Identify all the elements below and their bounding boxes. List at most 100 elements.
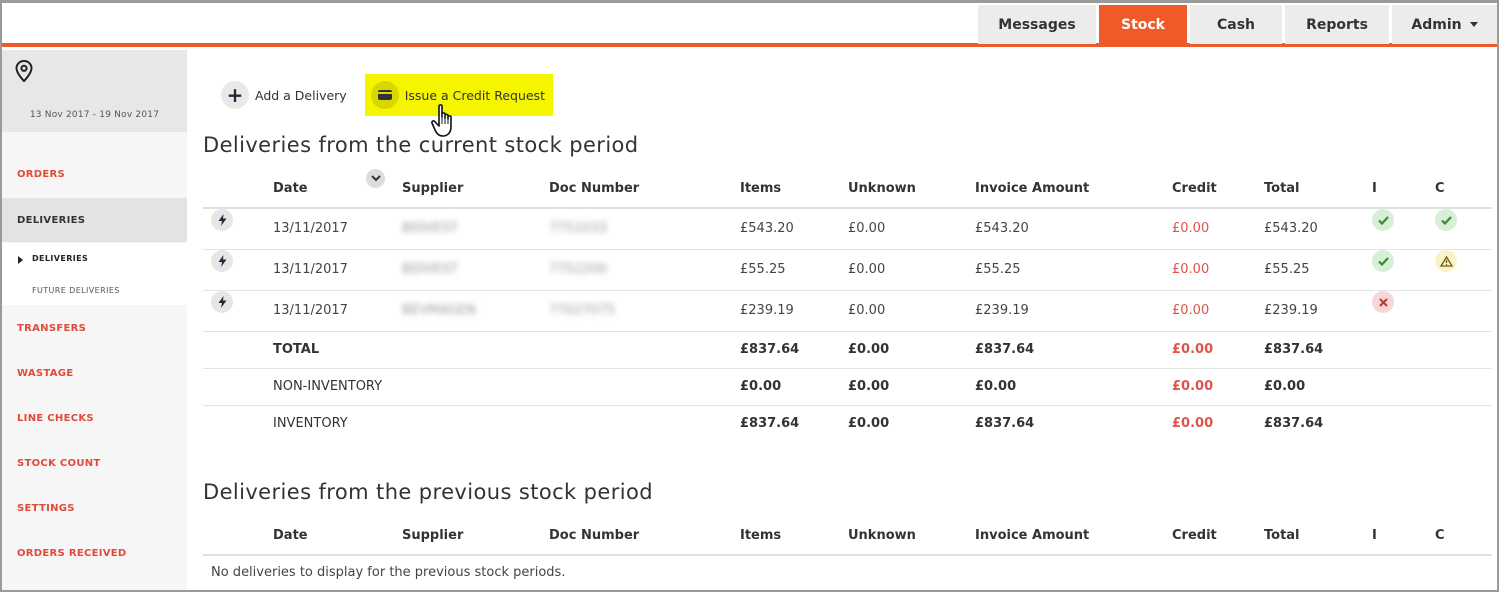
col-total[interactable]: Total (1264, 169, 1300, 209)
summary-label: TOTAL (273, 342, 320, 357)
col-credit[interactable]: Credit (1172, 169, 1217, 209)
cell-items: £0.00 (740, 379, 782, 394)
lightning-icon[interactable] (211, 250, 233, 272)
sort-dropdown-icon[interactable] (366, 169, 385, 188)
location-pin-icon[interactable] (15, 60, 33, 82)
sidebar-item-orders-received[interactable]: ORDERS RECEIVED (2, 531, 187, 575)
sidebar-item-orders[interactable]: ORDERS (2, 152, 187, 196)
col-invoice-amount[interactable]: Invoice Amount (975, 169, 1089, 209)
cell-items: £55.25 (740, 262, 786, 277)
col-credit[interactable]: Credit (1172, 516, 1217, 556)
cell-unknown: £0.00 (848, 416, 890, 431)
col-date[interactable]: Date (273, 516, 308, 556)
cell-items: £239.19 (740, 303, 794, 318)
tab-admin[interactable]: Admin (1392, 5, 1497, 44)
table-row[interactable]: 13/11/2017 BIDVEST 7751033 £543.20 £0.00… (203, 209, 1492, 250)
current-deliveries-table: Date Supplier Doc Number Items Unknown I… (203, 169, 1492, 443)
col-doc-number[interactable]: Doc Number (549, 516, 639, 556)
col-c[interactable]: C (1435, 169, 1445, 209)
sidebar-item-line-checks[interactable]: LINE CHECKS (2, 396, 187, 440)
cell-invoice-amount: £239.19 (975, 303, 1029, 318)
tab-label: Cash (1216, 16, 1256, 33)
cell-total: £837.64 (1264, 342, 1324, 357)
cell-unknown: £0.00 (848, 262, 886, 277)
cell-doc-number[interactable]: 77027075 (549, 291, 615, 331)
summary-row-non-inventory: NON-INVENTORY £0.00 £0.00 £0.00 £0.00 £0… (203, 369, 1492, 406)
cell-invoice-amount: £55.25 (975, 262, 1021, 277)
col-supplier[interactable]: Supplier (402, 516, 463, 556)
cell-unknown: £0.00 (848, 342, 890, 357)
col-i[interactable]: I (1372, 516, 1377, 556)
col-doc-number[interactable]: Doc Number (549, 169, 639, 209)
sidebar-submenu (2, 243, 187, 305)
plus-icon: + (221, 81, 249, 109)
sidebar-item-stock-count[interactable]: STOCK COUNT (2, 441, 187, 485)
stock-period-dates: 13 Nov 2017 - 19 Nov 2017 (29, 110, 160, 120)
sidebar-subitem-future-deliveries[interactable]: FUTURE DELIVERIES (2, 286, 187, 295)
cell-invoice-amount: £837.64 (975, 416, 1035, 431)
table-row[interactable]: 13/11/2017 BIDVEST 7752200 £55.25 £0.00 … (203, 250, 1492, 291)
col-items[interactable]: Items (740, 169, 781, 209)
tab-reports[interactable]: Reports (1285, 5, 1389, 44)
check-icon (1372, 209, 1394, 231)
cell-total: £543.20 (1264, 221, 1318, 236)
lightning-icon[interactable] (211, 291, 233, 313)
previous-period-title: Deliveries from the previous stock perio… (203, 480, 653, 504)
summary-row-inventory: INVENTORY £837.64 £0.00 £837.64 £0.00 £8… (203, 406, 1492, 443)
table-row[interactable]: 13/11/2017 BEVMAGEN 77027075 £239.19 £0.… (203, 291, 1492, 332)
summary-row-total: TOTAL £837.64 £0.00 £837.64 £0.00 £837.6… (203, 332, 1492, 369)
check-icon (1372, 250, 1394, 272)
sidebar: 13 Nov 2017 - 19 Nov 2017 ORDERS DELIVER… (2, 50, 187, 590)
action-bar: + Add a Delivery Issue a Credit Request (215, 74, 553, 116)
cell-date: 13/11/2017 (273, 303, 348, 318)
col-unknown[interactable]: Unknown (848, 169, 916, 209)
sidebar-item-wastage[interactable]: WASTAGE (2, 351, 187, 395)
cell-credit: £0.00 (1172, 379, 1214, 394)
tab-label: Reports (1306, 16, 1368, 33)
summary-label: NON-INVENTORY (273, 379, 383, 394)
col-date[interactable]: Date (273, 169, 308, 209)
cell-doc-number[interactable]: 7752200 (549, 250, 607, 290)
col-total[interactable]: Total (1264, 516, 1300, 556)
cell-unknown: £0.00 (848, 379, 890, 394)
tab-label: Admin (1411, 16, 1462, 33)
sidebar-subitem-deliveries[interactable]: DELIVERIES (2, 254, 187, 264)
check-icon (1435, 209, 1457, 231)
col-unknown[interactable]: Unknown (848, 516, 916, 556)
col-invoice-amount[interactable]: Invoice Amount (975, 516, 1089, 556)
col-supplier[interactable]: Supplier (402, 169, 463, 209)
cell-supplier: BIDVEST (402, 221, 458, 236)
sidebar-item-deliveries[interactable]: DELIVERIES (2, 198, 187, 242)
table-header: Date Supplier Doc Number Items Unknown I… (203, 169, 1492, 209)
location-panel: 13 Nov 2017 - 19 Nov 2017 (2, 50, 187, 132)
previous-deliveries-table: Date Supplier Doc Number Items Unknown I… (203, 516, 1492, 590)
cell-doc-number[interactable]: 7751033 (549, 209, 607, 249)
cell-total: £239.19 (1264, 303, 1318, 318)
warning-icon (1435, 250, 1457, 272)
cell-invoice-amount: £543.20 (975, 221, 1029, 236)
cell-items: £543.20 (740, 221, 794, 236)
cell-credit: £0.00 (1172, 416, 1214, 431)
col-items[interactable]: Items (740, 516, 781, 556)
tab-stock[interactable]: Stock (1099, 5, 1187, 44)
sidebar-item-transfers[interactable]: TRANSFERS (2, 306, 187, 350)
cell-unknown: £0.00 (848, 221, 886, 236)
cell-items: £837.64 (740, 416, 800, 431)
issue-credit-label: Issue a Credit Request (404, 87, 545, 103)
cell-date: 13/11/2017 (273, 262, 348, 277)
empty-state: No deliveries to display for the previou… (203, 556, 1492, 590)
subitem-label: DELIVERIES (32, 254, 89, 263)
cell-invoice-amount: £0.00 (975, 379, 1017, 394)
tab-messages[interactable]: Messages (978, 5, 1096, 44)
cell-credit: £0.00 (1172, 303, 1210, 318)
col-c[interactable]: C (1435, 516, 1445, 556)
col-i[interactable]: I (1372, 169, 1377, 209)
lightning-icon[interactable] (211, 209, 233, 231)
caret-right-icon (18, 256, 23, 264)
sidebar-item-settings[interactable]: SETTINGS (2, 486, 187, 530)
tab-cash[interactable]: Cash (1190, 5, 1282, 44)
add-delivery-button[interactable]: + Add a Delivery (215, 75, 353, 115)
empty-message: No deliveries to display for the previou… (211, 565, 566, 580)
tab-label: Messages (998, 16, 1076, 33)
credit-card-icon (370, 81, 399, 109)
